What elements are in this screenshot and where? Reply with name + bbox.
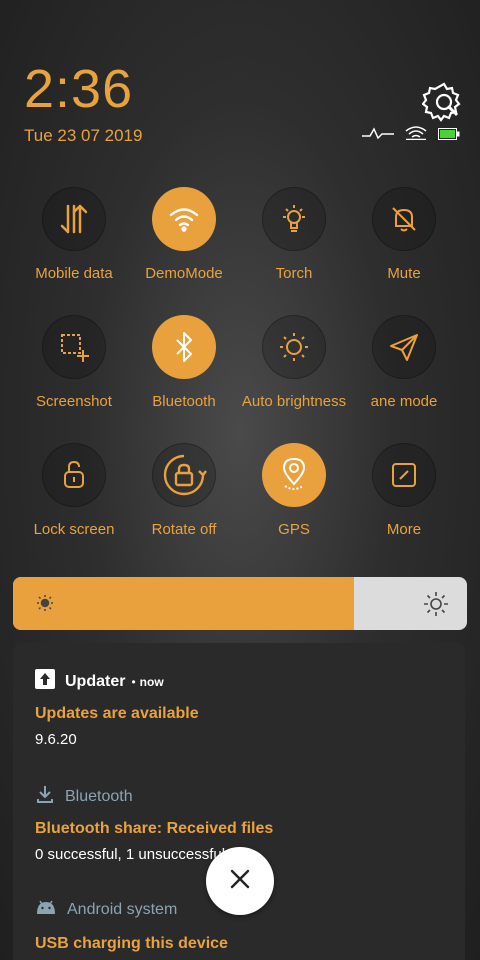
notification-time: now [139,674,164,689]
clear-all-button[interactable] [206,847,274,915]
tile-airplane-mode[interactable]: ane mode [349,315,459,410]
airplane-icon [372,315,436,379]
bluetooth-icon [152,315,216,379]
tile-bluetooth[interactable]: Bluetooth [129,315,239,410]
settings-gear-icon[interactable] [421,80,466,124]
auto-brightness-icon [262,315,326,379]
screenshot-icon [42,315,106,379]
notification-app-name: Android system [67,900,178,918]
notification-updater-header[interactable]: Updater • now [35,669,164,694]
gps-icon [262,443,326,507]
rotate-icon [152,443,216,507]
android-icon [35,899,57,920]
tile-more[interactable]: More [349,443,459,538]
notification-app-name: Bluetooth [65,787,133,805]
date[interactable]: Tue 23 07 2019 [24,126,142,146]
clock[interactable]: 2:36 [24,58,133,120]
mute-icon [372,187,436,251]
tile-label: Screenshot [36,393,112,410]
wifi-status-icon [404,124,428,144]
brightness-low-icon [35,593,55,617]
notification-dot: • [131,674,136,689]
upload-icon [35,669,55,694]
mobile-data-icon [42,187,106,251]
tile-label: Bluetooth [152,393,216,410]
tile-label: More [386,521,422,538]
notification-title[interactable]: Bluetooth share: Received files [35,820,273,838]
brightness-high-icon [423,591,449,621]
lock-screen-icon [42,443,106,507]
brightness-slider-fill [13,577,354,630]
tile-lock-screen[interactable]: Lock screen [19,443,129,538]
tile-rotate[interactable]: Rotate off [129,443,239,538]
battery-icon [438,125,460,144]
notification-title[interactable]: USB charging this device [35,935,228,953]
tile-screenshot[interactable]: Screenshot [19,315,129,410]
tile-label: Rotate off [151,521,217,538]
more-icon [372,443,436,507]
tile-label: Auto brightness [241,393,347,410]
tile-auto-brightness[interactable]: Auto brightness [239,315,349,410]
close-icon [229,868,251,894]
tile-label: Lock screen [33,521,115,538]
signal-icon [362,125,394,144]
status-bar [362,124,460,144]
tile-gps[interactable]: GPS [239,443,349,538]
tile-demomode[interactable]: DemoMode [129,187,239,282]
wifi-icon [152,187,216,251]
notification-title[interactable]: Updates are available [35,705,199,723]
notification-text[interactable]: 0 successful, 1 unsuccessful [35,846,225,863]
notification-android-header[interactable]: Android system [35,899,177,920]
tile-label: Torch [275,265,313,282]
tile-label: Mobile data [35,265,113,282]
tile-mute[interactable]: Mute [349,187,459,282]
tile-mobile-data[interactable]: Mobile data [19,187,129,282]
tile-label: DemoMode [145,265,223,282]
download-icon [35,784,55,809]
brightness-slider[interactable] [13,577,467,630]
tile-label: Mute [387,265,421,282]
tile-label: ane mode [370,393,438,410]
tile-label: GPS [278,521,310,538]
notification-app-name: Updater [65,672,126,690]
notification-bluetooth-header[interactable]: Bluetooth [35,784,133,809]
notification-text[interactable]: 9.6.20 [35,731,77,748]
torch-icon [262,187,326,251]
tile-torch[interactable]: Torch [239,187,349,282]
